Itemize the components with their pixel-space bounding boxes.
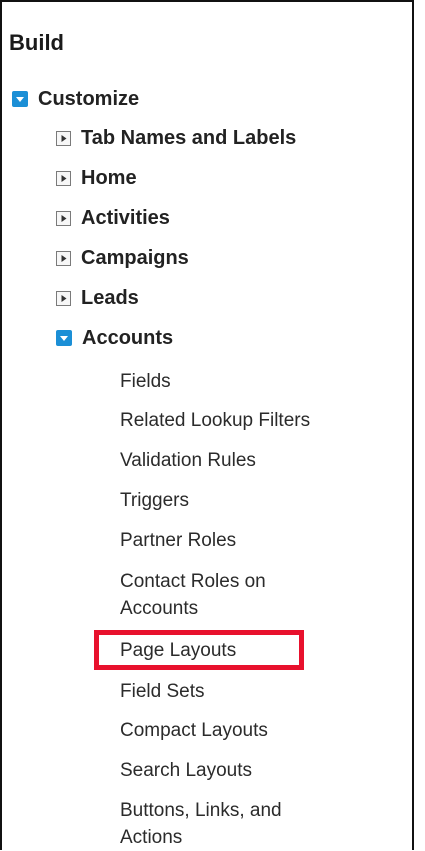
link-related-lookup-filters[interactable]: Related Lookup Filters	[120, 407, 310, 434]
link-compact-layouts[interactable]: Compact Layouts	[120, 717, 268, 744]
link-fields[interactable]: Fields	[120, 368, 171, 395]
tree-node-tab-names-and-labels[interactable]: Tab Names and Labels	[56, 123, 296, 153]
caret-right-icon[interactable]	[56, 210, 71, 226]
tree-node-leads[interactable]: Leads	[56, 283, 139, 313]
link-triggers[interactable]: Triggers	[120, 487, 189, 514]
tree-node-campaigns[interactable]: Campaigns	[56, 243, 189, 273]
link-validation-rules[interactable]: Validation Rules	[120, 447, 256, 474]
caret-right-icon[interactable]	[56, 250, 71, 266]
caret-down-icon[interactable]	[56, 330, 72, 346]
build-sidebar-panel: Build Customize Tab Names and Labels Hom…	[0, 0, 414, 850]
tree-node-label: Activities	[81, 207, 170, 229]
tree-node-home[interactable]: Home	[56, 163, 137, 193]
link-contact-roles-on-accounts[interactable]: Contact Roles on Accounts	[120, 568, 330, 622]
tree-node-activities[interactable]: Activities	[56, 203, 170, 233]
tree-node-label: Campaigns	[81, 247, 189, 269]
tree-node-label: Home	[81, 167, 137, 189]
link-search-layouts[interactable]: Search Layouts	[120, 757, 252, 784]
tree-node-customize[interactable]: Customize	[12, 84, 139, 114]
caret-right-icon[interactable]	[56, 130, 71, 146]
tree-node-label: Customize	[38, 88, 140, 110]
link-page-layouts[interactable]: Page Layouts	[120, 637, 236, 664]
link-field-sets[interactable]: Field Sets	[120, 678, 204, 705]
caret-right-icon[interactable]	[56, 290, 71, 306]
section-title: Build	[9, 30, 64, 55]
link-partner-roles[interactable]: Partner Roles	[120, 527, 236, 554]
caret-down-icon[interactable]	[12, 91, 28, 107]
link-buttons-links-and-actions[interactable]: Buttons, Links, and Actions	[120, 797, 330, 851]
tree-node-label: Accounts	[82, 327, 174, 349]
tree-node-label: Tab Names and Labels	[81, 127, 297, 149]
caret-right-icon[interactable]	[56, 170, 71, 186]
tree-node-label: Leads	[81, 287, 139, 309]
tree-node-accounts[interactable]: Accounts	[56, 323, 173, 353]
